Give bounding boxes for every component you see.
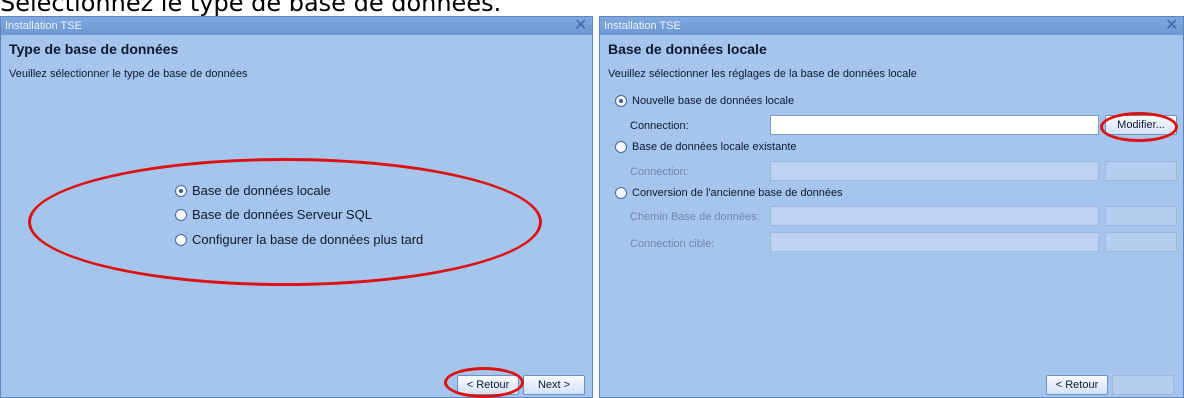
back-button[interactable]: < Retour bbox=[457, 375, 519, 395]
modify-button[interactable]: Modifier... bbox=[1105, 115, 1177, 135]
local-database-window: Installation TSE ✕ Base de données local… bbox=[599, 16, 1184, 398]
existing-connection-label: Connection: bbox=[630, 166, 689, 178]
radio-unchecked-icon[interactable] bbox=[615, 141, 627, 153]
target-connection-field[interactable] bbox=[770, 232, 1099, 252]
radio-checked-icon[interactable] bbox=[175, 184, 187, 197]
page-subtitle: Veuillez sélectionner les réglages de la… bbox=[608, 68, 917, 80]
radio-configure-later[interactable]: Configurer la base de données plus tard bbox=[175, 232, 423, 247]
target-modify-button[interactable] bbox=[1105, 232, 1177, 252]
close-icon[interactable]: ✕ bbox=[574, 17, 587, 34]
next-button[interactable]: Next > bbox=[523, 375, 585, 395]
radio-unchecked-icon[interactable] bbox=[615, 187, 627, 199]
window-title: Installation TSE bbox=[5, 20, 82, 32]
existing-modify-button[interactable] bbox=[1105, 161, 1177, 181]
title-bar: Installation TSE ✕ bbox=[1, 17, 592, 35]
next-button-disabled[interactable] bbox=[1112, 375, 1174, 395]
radio-existing-local-database[interactable]: Base de données locale existante bbox=[615, 141, 797, 153]
window-title: Installation TSE bbox=[604, 20, 681, 32]
radio-label: Configurer la base de données plus tard bbox=[192, 232, 424, 247]
radio-label: Base de données locale existante bbox=[632, 141, 797, 153]
radio-unchecked-icon[interactable] bbox=[175, 233, 187, 246]
radio-convert-old-database[interactable]: Conversion de l'ancienne base de données bbox=[615, 187, 843, 199]
connection-label: Connection: bbox=[630, 120, 689, 132]
page-title: Base de données locale bbox=[608, 41, 767, 57]
old-database-path-label: Chemin Base de données: bbox=[630, 211, 760, 223]
radio-label: Base de données locale bbox=[192, 183, 331, 198]
close-icon[interactable]: ✕ bbox=[1165, 17, 1178, 34]
page-subtitle: Veuillez sélectionner le type de base de… bbox=[9, 68, 248, 80]
title-bar: Installation TSE ✕ bbox=[600, 17, 1183, 35]
existing-connection-field[interactable] bbox=[770, 161, 1099, 181]
radio-checked-icon[interactable] bbox=[615, 95, 627, 107]
radio-label: Conversion de l'ancienne base de données bbox=[632, 187, 843, 199]
page-title: Type de base de données bbox=[9, 41, 179, 57]
radio-label: Nouvelle base de données locale bbox=[632, 95, 795, 107]
radio-sql-server-database[interactable]: Base de données Serveur SQL bbox=[175, 207, 372, 222]
radio-unchecked-icon[interactable] bbox=[175, 208, 187, 221]
back-button[interactable]: < Retour bbox=[1046, 375, 1108, 395]
target-connection-label: Connection cible: bbox=[630, 238, 715, 250]
radio-local-database[interactable]: Base de données locale bbox=[175, 183, 331, 198]
browse-path-button[interactable] bbox=[1105, 206, 1177, 226]
database-type-window: Installation TSE ✕ Type de base de donné… bbox=[0, 16, 593, 398]
radio-new-local-database[interactable]: Nouvelle base de données locale bbox=[615, 95, 794, 107]
radio-label: Base de données Serveur SQL bbox=[192, 207, 372, 222]
connection-field[interactable] bbox=[770, 115, 1099, 135]
old-database-path-field[interactable] bbox=[770, 206, 1099, 226]
